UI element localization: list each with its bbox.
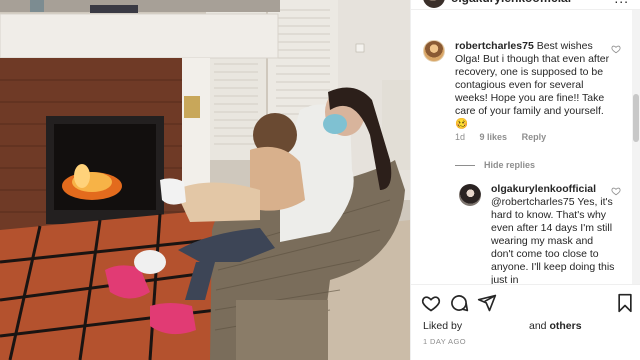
- comment-meta: 1d 9 likes Reply: [455, 132, 558, 142]
- comment-icon[interactable]: [449, 293, 469, 313]
- bookmark-icon[interactable]: [615, 293, 635, 313]
- comment-time[interactable]: 1d: [455, 132, 465, 142]
- comment-likes[interactable]: 9 likes: [480, 132, 508, 142]
- comment-body: robertcharles75 Best wishes Olga! But i …: [455, 40, 615, 131]
- liked-by-label: Liked by: [423, 320, 463, 332]
- share-icon[interactable]: [477, 293, 497, 313]
- comment-item: robertcharles75 Best wishes Olga! But i …: [411, 10, 633, 200]
- hide-replies-button[interactable]: Hide replies: [484, 160, 535, 170]
- post-actions: Liked by and others 1 DAY AGO: [411, 284, 640, 360]
- avatar[interactable]: [459, 184, 481, 206]
- comment-username[interactable]: olgakurylenkoofficial: [491, 183, 596, 195]
- post-photo[interactable]: [0, 0, 410, 360]
- liked-by-others[interactable]: and others: [529, 320, 582, 332]
- reply-button[interactable]: Reply: [522, 132, 547, 142]
- comment-text: Best wishes Olga! But i though that even…: [455, 40, 610, 130]
- author-avatar[interactable]: [423, 0, 445, 8]
- comment-text: @robertcharles75 Yes, it's hard to know.…: [491, 196, 615, 284]
- scrollbar-thumb[interactable]: [633, 94, 639, 142]
- like-comment-icon[interactable]: [611, 44, 621, 54]
- heart-icon[interactable]: [421, 293, 441, 313]
- comment-username[interactable]: robertcharles75: [455, 40, 534, 52]
- hide-replies-line: [455, 165, 475, 166]
- reply-body: olgakurylenkoofficial @robertcharles75 Y…: [491, 183, 615, 284]
- post-timestamp[interactable]: 1 DAY AGO: [423, 337, 466, 346]
- post-side-panel: olgakurylenkoofficial ... robertcharles7…: [410, 0, 640, 360]
- comments-list[interactable]: robertcharles75 Best wishes Olga! But i …: [411, 10, 633, 284]
- comment-reply-item: olgakurylenkoofficial @robertcharles75 Y…: [411, 180, 633, 284]
- like-comment-icon[interactable]: [611, 186, 621, 196]
- avatar[interactable]: [423, 40, 445, 62]
- comments-scrollbar[interactable]: [632, 10, 640, 284]
- post-header: olgakurylenkoofficial ...: [411, 0, 640, 10]
- liked-by-others-link[interactable]: others: [549, 320, 581, 332]
- more-options-icon[interactable]: ...: [614, 0, 629, 6]
- liked-by-connector: and: [529, 320, 547, 332]
- author-username[interactable]: olgakurylenkoofficial: [451, 0, 571, 5]
